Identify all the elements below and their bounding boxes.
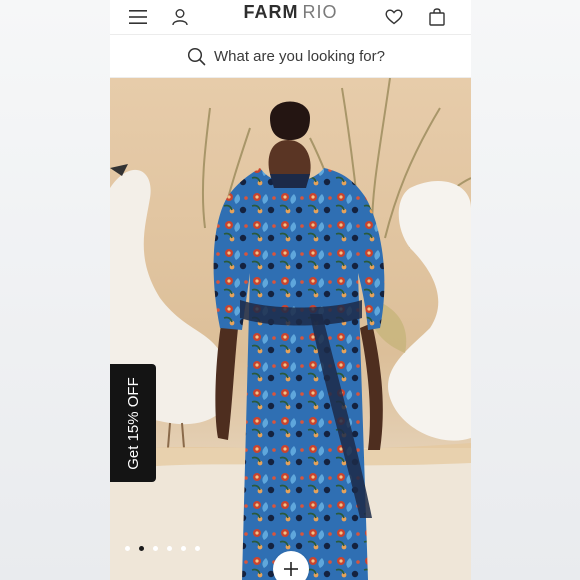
carousel-dot[interactable]	[167, 546, 172, 551]
search-icon	[187, 47, 206, 65]
logo-secondary: RIO	[302, 2, 338, 22]
product-image[interactable]: Get 15% OFF	[110, 78, 471, 580]
plus-icon	[284, 562, 298, 576]
carousel-dot[interactable]	[153, 546, 158, 551]
search-bar[interactable]	[110, 35, 471, 78]
add-to-bag-button[interactable]	[273, 551, 309, 580]
carousel-dot-active[interactable]	[139, 546, 144, 551]
mobile-screen: FARM RIO What are you looking for? Get 1…	[110, 0, 471, 580]
side-background-right	[471, 0, 580, 580]
side-background-left	[0, 0, 110, 580]
logo-primary: FARM	[243, 2, 299, 22]
heart-icon	[385, 9, 403, 25]
carousel-dot[interactable]	[181, 546, 186, 551]
site-header: FARM RIO	[110, 0, 471, 35]
bag-button[interactable]	[425, 5, 449, 29]
discount-label: Get 15% OFF	[124, 376, 142, 470]
bag-icon	[429, 8, 445, 26]
carousel-dot[interactable]	[125, 546, 130, 551]
wishlist-button[interactable]	[382, 5, 406, 29]
model-photo	[110, 78, 471, 580]
carousel-indicators	[125, 546, 200, 551]
carousel-dot[interactable]	[195, 546, 200, 551]
brand-logo[interactable]: FARM RIO	[110, 0, 471, 24]
search-input[interactable]	[214, 47, 394, 65]
discount-tab[interactable]: Get 15% OFF	[110, 364, 156, 482]
